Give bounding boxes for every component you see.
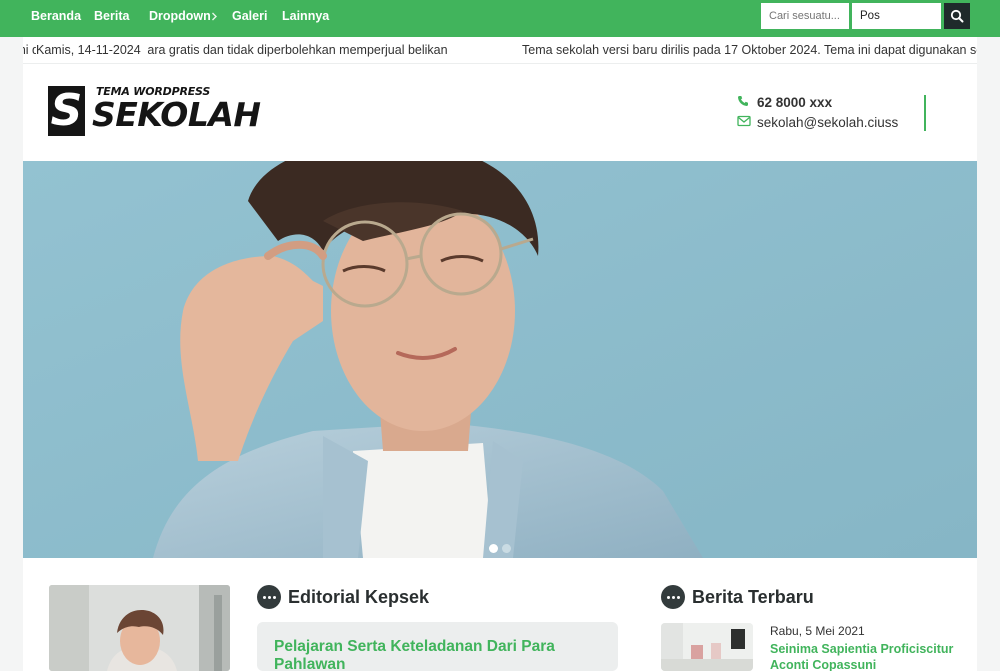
kepsek-photo [49,585,230,671]
nav-item-berita[interactable]: Berita [94,0,129,33]
editorial-title-text: Editorial Kepsek [288,587,430,607]
logo-title: SEKOLAH [92,95,261,134]
kepsek-portrait [49,585,230,671]
more-dots-icon [661,585,685,609]
slider-dot-1[interactable] [489,544,498,553]
phone-number: 62 8000 xxx [757,95,833,110]
news-thumbnail[interactable] [661,623,753,671]
news-article-title[interactable]: Seinima Sapientia Proficiscitur Aconti C… [770,641,970,671]
news-thumbnail-image [661,623,753,671]
nav-item-lainnya[interactable]: Lainnya [282,0,329,33]
search-icon [950,9,964,23]
top-navbar: Beranda Berita Dropdown Galeri Lainnya [0,0,1000,37]
chevron-right-icon [211,0,218,33]
search-button[interactable] [944,3,970,29]
ticker-item[interactable]: Tema sekolah versi baru dirilis pada 17 … [522,37,977,63]
logo-mark: S [48,86,85,136]
mail-icon [737,114,751,132]
slider-dot-2[interactable] [502,544,511,553]
search-input[interactable] [761,3,849,29]
editorial-heading: Editorial Kepsek [257,585,597,609]
contact-divider [924,95,926,131]
nav-item-beranda[interactable]: Beranda [31,0,81,33]
search-type-field[interactable] [852,3,941,29]
editorial-article-title[interactable]: Pelajaran Serta Keteladanan Dari Para Pa… [274,638,604,671]
page-container: Kamis, 14-11-2024 Tema sekolah versi bar… [23,37,977,671]
nav-item-dropdown[interactable]: Dropdown [149,0,211,33]
hero-image [23,161,977,558]
email-address: sekolah@sekolah.ciuss [757,115,899,130]
hero-slider[interactable] [23,161,977,558]
phone-icon [737,94,751,112]
ticker-date: Kamis, 14-11-2024 [36,37,147,63]
site-logo[interactable]: S TEMA WORDPRESS SEKOLAH [48,85,261,143]
editorial-card[interactable]: Pelajaran Serta Keteladanan Dari Para Pa… [257,622,618,671]
contact-email[interactable]: sekolah@sekolah.ciuss [737,114,898,132]
latest-news-heading: Berita Terbaru [661,585,961,609]
more-dots-icon [257,585,281,609]
news-ticker: Kamis, 14-11-2024 Tema sekolah versi bar… [23,37,977,64]
news-date: Rabu, 5 Mei 2021 [770,624,865,638]
nav-item-galeri[interactable]: Galeri [232,0,267,33]
contact-phone[interactable]: 62 8000 xxx [737,94,832,112]
latest-news-title-text: Berita Terbaru [692,587,814,607]
